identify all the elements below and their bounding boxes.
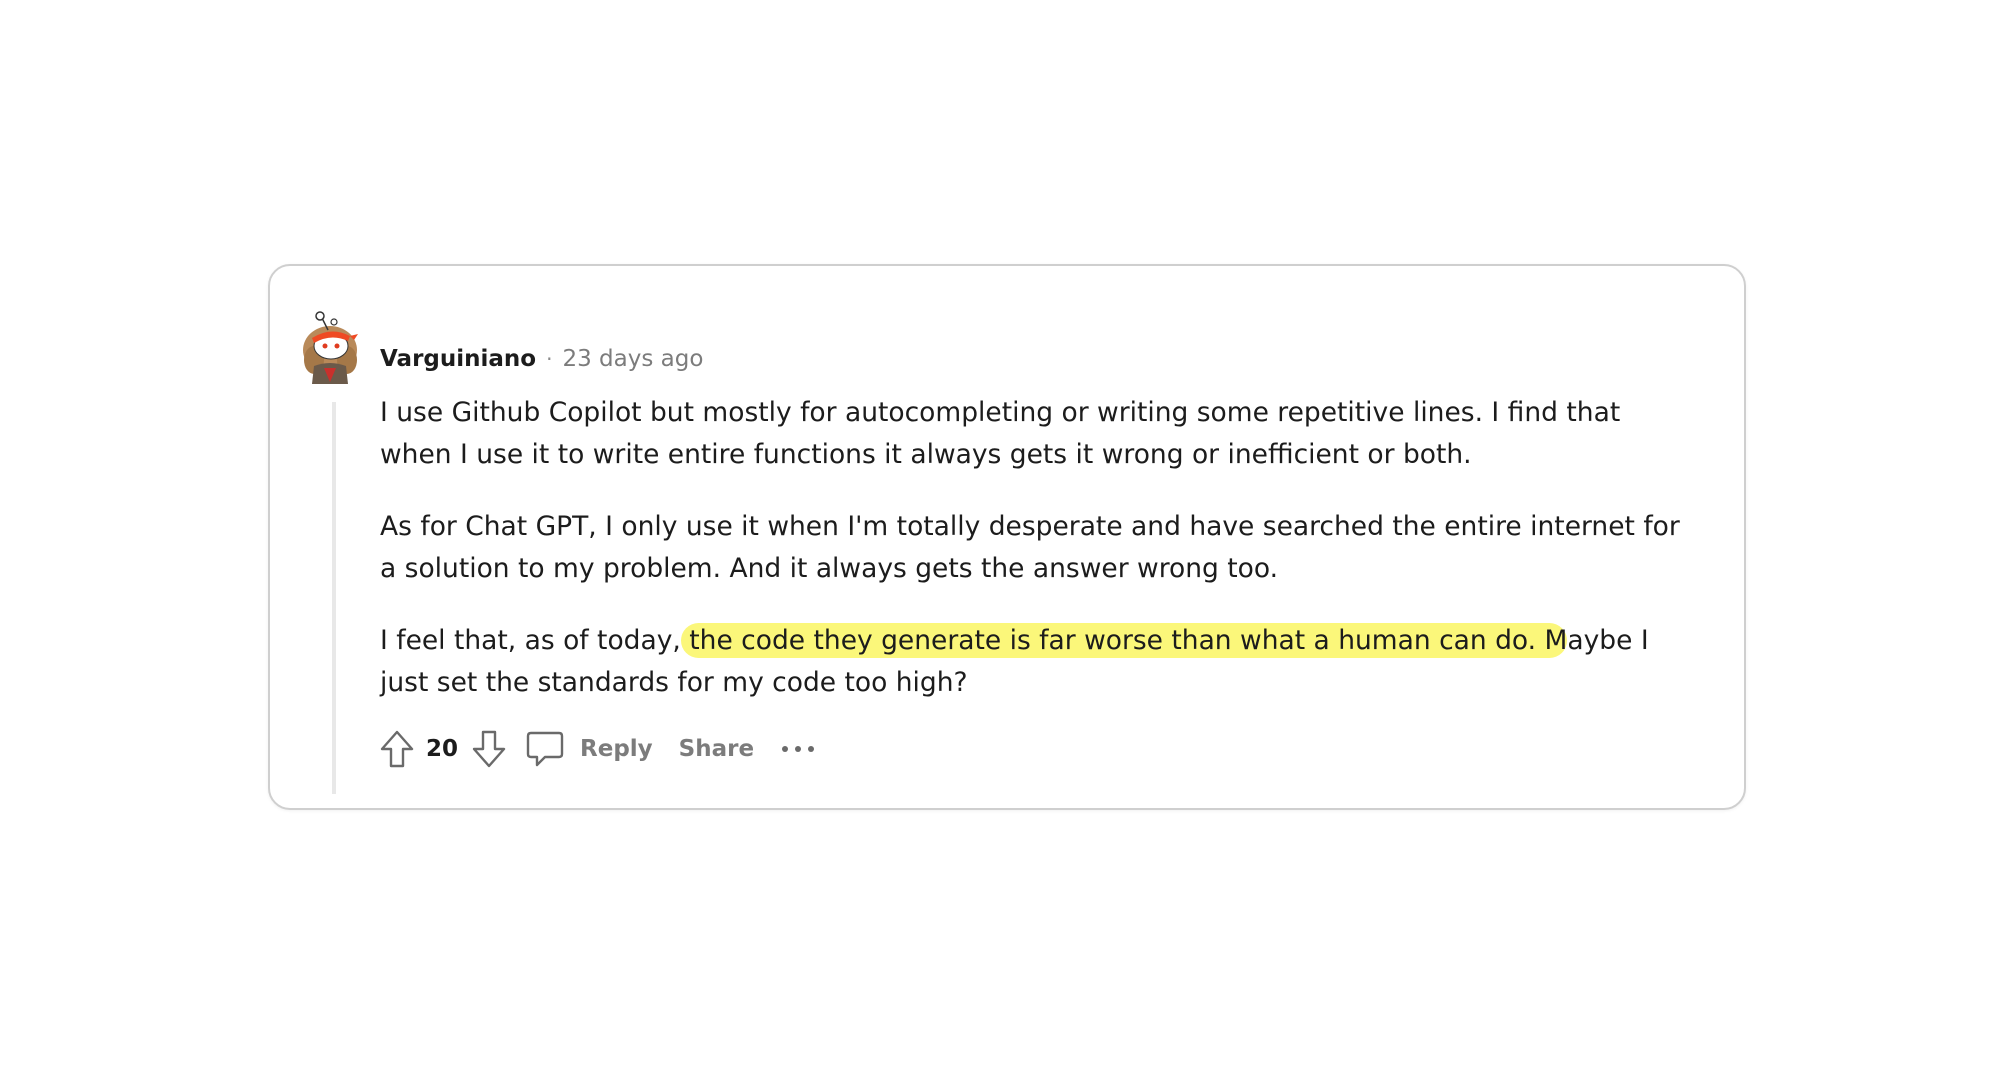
comment-card: Varguiniano · 23 days ago I use Github C…: [268, 264, 1746, 810]
highlighted-text: the code they generate is far worse than…: [680, 623, 1568, 658]
reply-label: Reply: [580, 736, 653, 762]
comment-header: Varguiniano · 23 days ago: [380, 342, 703, 376]
comment-body: I use Github Copilot but mostly for auto…: [380, 392, 1680, 734]
downvote-arrow-icon[interactable]: [468, 726, 510, 772]
snoo-avatar-icon[interactable]: [300, 310, 368, 384]
comment-paragraph-2: As for Chat GPT, I only use it when I'm …: [380, 511, 1680, 584]
reply-button[interactable]: Reply: [524, 726, 653, 772]
share-button[interactable]: Share: [679, 736, 754, 762]
vote-count: 20: [426, 736, 459, 762]
username-link[interactable]: Varguiniano: [380, 346, 536, 372]
separator-dot: ·: [546, 347, 553, 371]
thread-collapse-line[interactable]: [332, 402, 336, 794]
comment-paragraph-3: I feel that, as of today, the code they …: [380, 620, 1680, 704]
comment-action-bar: 20 Reply Share: [376, 726, 816, 772]
speech-bubble-icon: [524, 726, 566, 772]
ellipsis-icon[interactable]: [780, 743, 816, 755]
paragraph-3-lead-text: I feel that, as of today,: [380, 625, 681, 656]
upvote-arrow-icon[interactable]: [376, 726, 418, 772]
comment-paragraph-1: I use Github Copilot but mostly for auto…: [380, 397, 1621, 470]
comment-timestamp[interactable]: 23 days ago: [562, 346, 703, 372]
